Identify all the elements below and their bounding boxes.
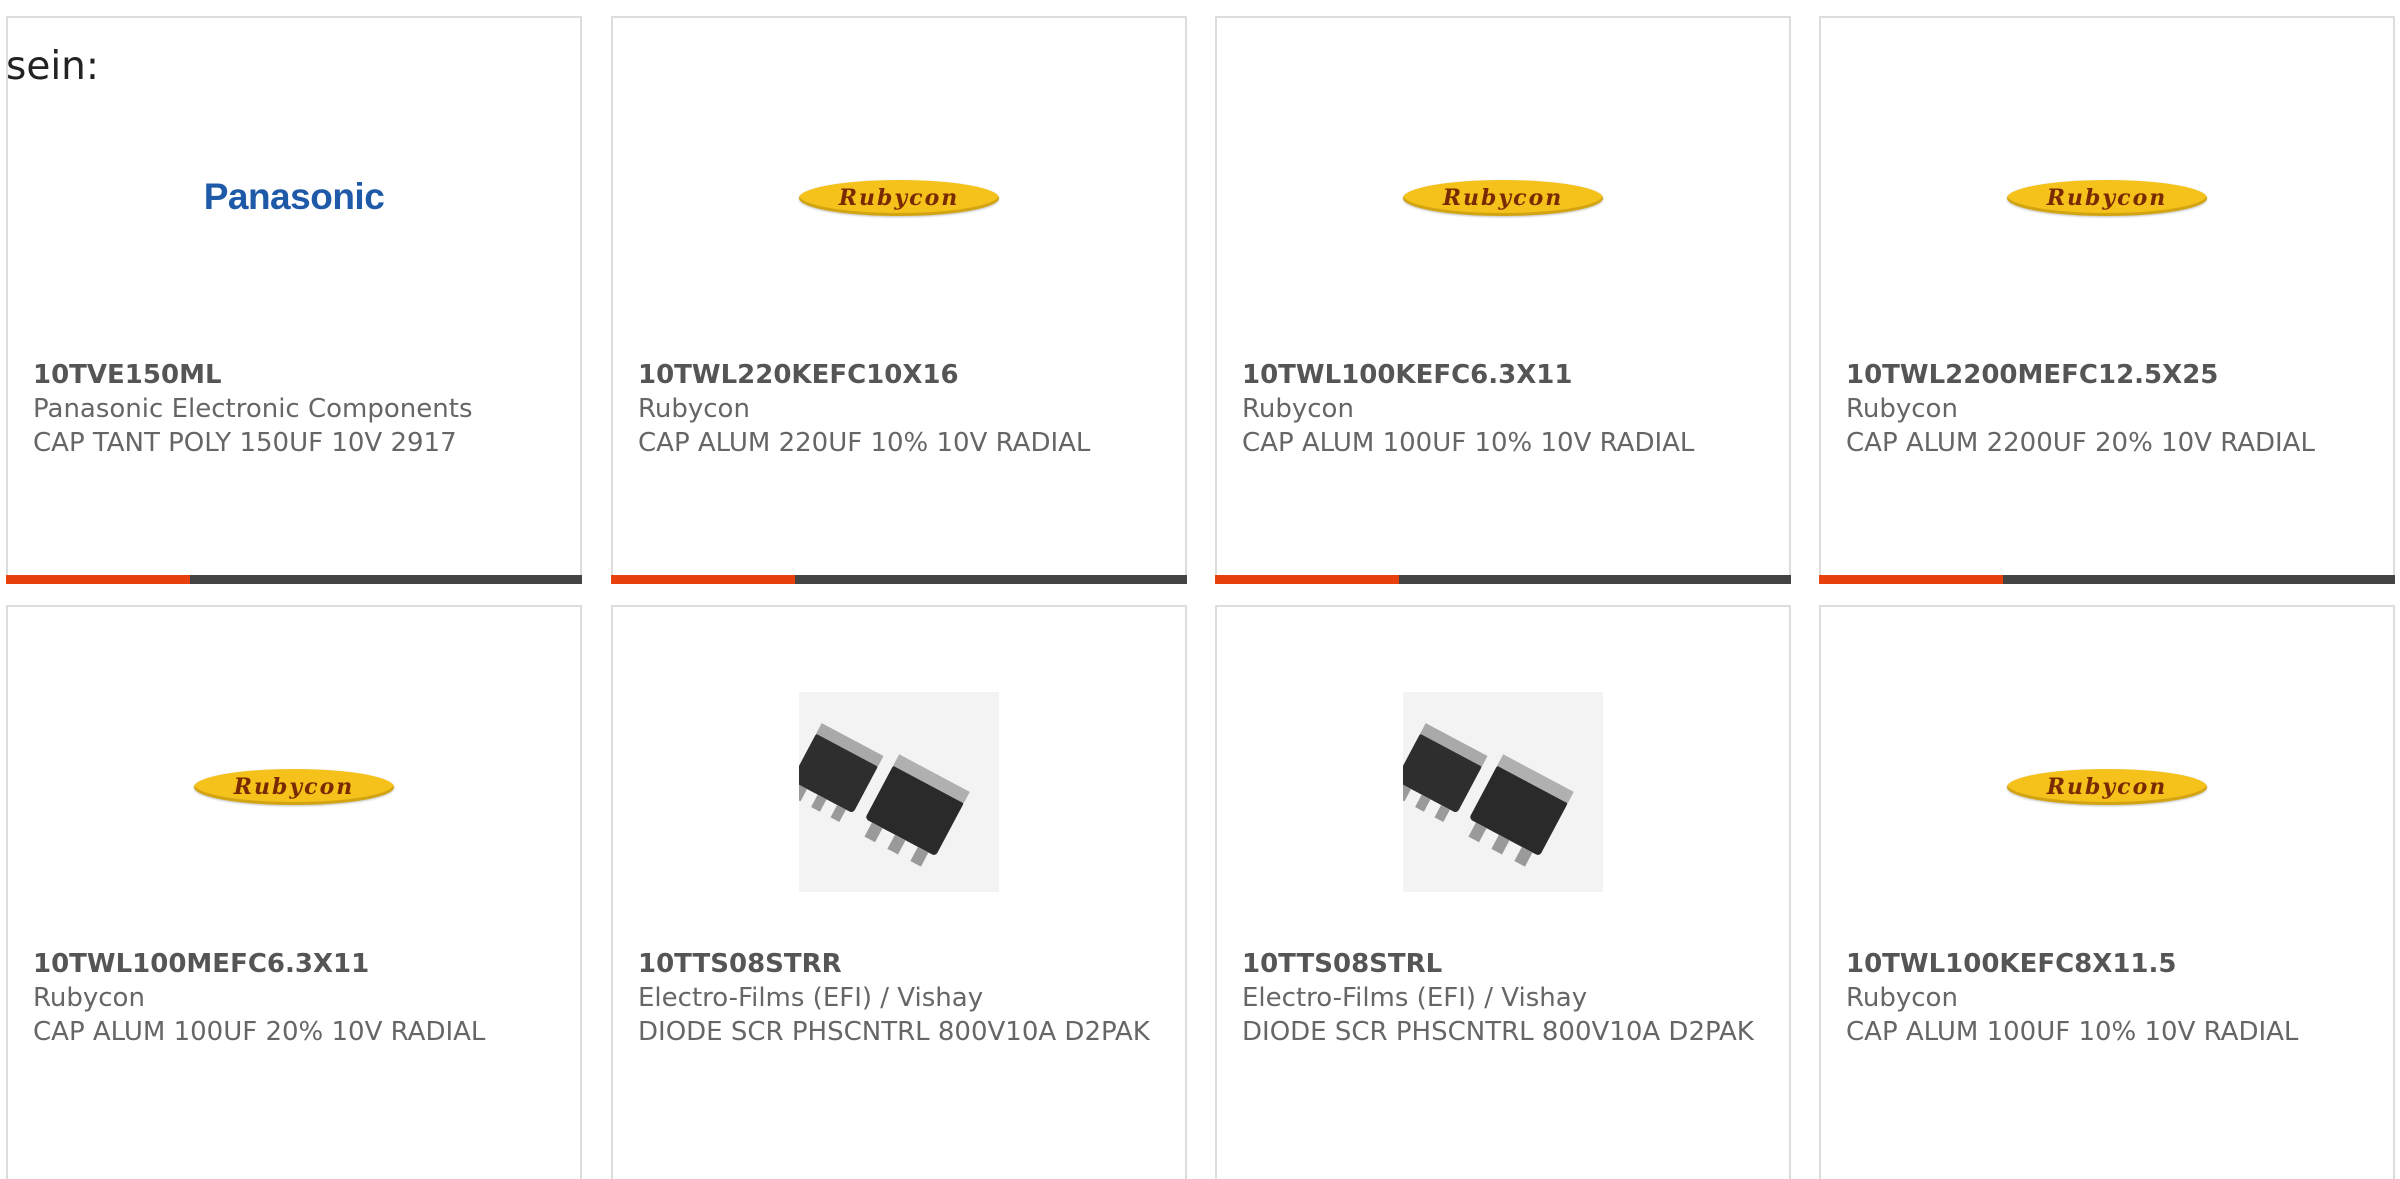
progress-fill: [611, 575, 796, 584]
product-image[interactable]: [613, 657, 1185, 927]
product-card[interactable]: 10TTS08STRL Electro-Films (EFI) / Vishay D…: [1215, 605, 1791, 1179]
manufacturer: Rubycon: [33, 983, 145, 1013]
description: CAP ALUM 220UF 10% 10V RADIAL: [638, 428, 1091, 458]
product-card[interactable]: Rubycon 10TWL100KEFC6.3X11 Rubycon CAP ALUM…: [1215, 16, 1791, 584]
part-number[interactable]: 10TWL220KEFC10X16: [638, 358, 1165, 392]
product-image[interactable]: Rubycon: [1821, 68, 2393, 338]
panasonic-logo: Panasonic: [203, 176, 385, 217]
manufacturer: Rubycon: [1846, 983, 1958, 1013]
rubycon-logo: Rubycon: [2007, 769, 2207, 805]
description: CAP TANT POLY 150UF 10V 2917: [33, 428, 457, 458]
product-image[interactable]: Rubycon: [1821, 657, 2393, 927]
product-card[interactable]: Rubycon 10TWL100KEFC8X11.5 Rubycon CAP ALUM…: [1819, 605, 2395, 1179]
part-number[interactable]: 10TTS08STRR: [638, 947, 1165, 981]
product-card[interactable]: Panasonic 10TVE150ML Panasonic Electronic …: [6, 16, 582, 584]
product-image[interactable]: Rubycon: [1217, 68, 1789, 338]
part-number[interactable]: 10TTS08STRL: [1242, 947, 1769, 981]
d2pak-package-photo: [1395, 692, 1603, 892]
product-card[interactable]: Rubycon 10TWL100MEFC6.3X11 Rubycon CAP ALUM…: [6, 605, 582, 1179]
product-image[interactable]: [1217, 657, 1789, 927]
progress-bar: [1819, 575, 2395, 584]
rubycon-logo: Rubycon: [2007, 180, 2207, 216]
manufacturer: Rubycon: [1846, 394, 1958, 424]
manufacturer: Rubycon: [638, 394, 750, 424]
progress-bar: [6, 575, 582, 584]
progress-bar: [611, 575, 1187, 584]
product-image[interactable]: Rubycon: [613, 68, 1185, 338]
product-card[interactable]: 10TTS08STRR Electro-Films (EFI) / Vishay D…: [611, 605, 1187, 1179]
product-info: 10TWL100MEFC6.3X11 Rubycon CAP ALUM 100UF …: [33, 947, 560, 1049]
product-card[interactable]: Rubycon 10TWL220KEFC10X16 Rubycon CAP ALUM …: [611, 16, 1187, 584]
description: CAP ALUM 100UF 20% 10V RADIAL: [33, 1017, 486, 1047]
manufacturer: Rubycon: [1242, 394, 1354, 424]
d2pak-package-photo: [791, 692, 999, 892]
manufacturer: Panasonic Electronic Components: [33, 394, 473, 424]
part-number[interactable]: 10TVE150ML: [33, 358, 560, 392]
description: DIODE SCR PHSCNTRL 800V10A D2PAK: [638, 1017, 1150, 1047]
description: CAP ALUM 100UF 10% 10V RADIAL: [1242, 428, 1695, 458]
progress-bar: [1215, 575, 1791, 584]
product-info: 10TTS08STRL Electro-Films (EFI) / Vishay D…: [1242, 947, 1769, 1049]
product-image[interactable]: Panasonic: [8, 68, 580, 338]
page-label: sein:: [6, 44, 100, 89]
description: DIODE SCR PHSCNTRL 800V10A D2PAK: [1242, 1017, 1754, 1047]
description: CAP ALUM 2200UF 20% 10V RADIAL: [1846, 428, 2315, 458]
manufacturer: Electro-Films (EFI) / Vishay: [1242, 983, 1588, 1013]
part-number[interactable]: 10TWL2200MEFC12.5X25: [1846, 358, 2373, 392]
manufacturer: Electro-Films (EFI) / Vishay: [638, 983, 984, 1013]
product-info: 10TWL220KEFC10X16 Rubycon CAP ALUM 220UF 1…: [638, 358, 1165, 460]
rubycon-logo: Rubycon: [194, 769, 394, 805]
rubycon-logo: Rubycon: [1403, 180, 1603, 216]
product-info: 10TWL100KEFC6.3X11 Rubycon CAP ALUM 100UF …: [1242, 358, 1769, 460]
product-card[interactable]: Rubycon 10TWL2200MEFC12.5X25 Rubycon CAP AL…: [1819, 16, 2395, 584]
product-info: 10TWL2200MEFC12.5X25 Rubycon CAP ALUM 2200…: [1846, 358, 2373, 460]
product-info: 10TVE150ML Panasonic Electronic Component…: [33, 358, 560, 460]
product-info: 10TWL100KEFC8X11.5 Rubycon CAP ALUM 100UF …: [1846, 947, 2373, 1049]
product-image[interactable]: Rubycon: [8, 657, 580, 927]
part-number[interactable]: 10TWL100KEFC6.3X11: [1242, 358, 1769, 392]
description: CAP ALUM 100UF 10% 10V RADIAL: [1846, 1017, 2299, 1047]
part-number[interactable]: 10TWL100MEFC6.3X11: [33, 947, 560, 981]
product-info: 10TTS08STRR Electro-Films (EFI) / Vishay D…: [638, 947, 1165, 1049]
rubycon-logo: Rubycon: [799, 180, 999, 216]
progress-fill: [1819, 575, 2004, 584]
part-number[interactable]: 10TWL100KEFC8X11.5: [1846, 947, 2373, 981]
product-grid: Panasonic 10TVE150ML Panasonic Electronic …: [0, 0, 2400, 1179]
progress-fill: [6, 575, 191, 584]
progress-fill: [1215, 575, 1400, 584]
